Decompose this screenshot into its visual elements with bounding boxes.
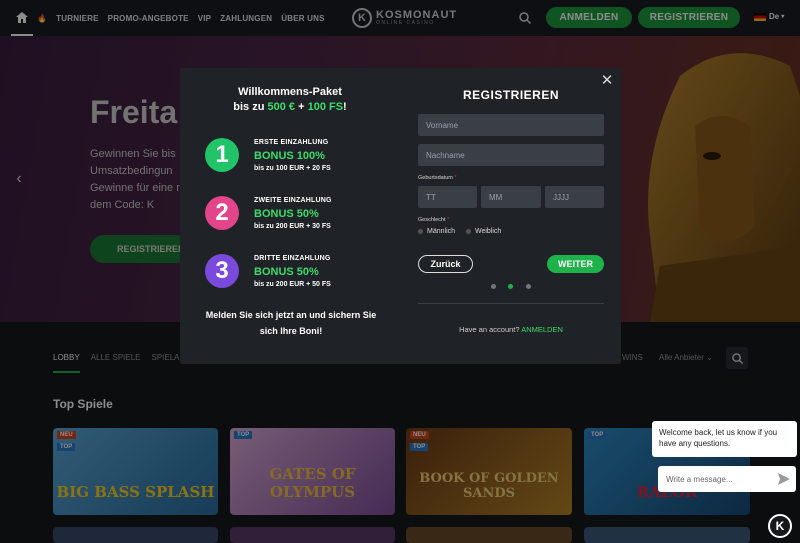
step-dot <box>526 284 531 289</box>
bonus-label: ERSTE EINZAHLUNG <box>254 139 329 146</box>
bonus-label: DRITTE EINZAHLUNG <box>254 255 331 262</box>
dob-day-field[interactable]: TT <box>418 186 477 208</box>
radio-icon <box>466 229 471 234</box>
welcome-title: Willkommens-Paket <box>238 86 342 98</box>
bonus-details: bis zu 100 EUR + 20 FS <box>254 165 331 172</box>
bonus-number-2-icon: 2 <box>205 196 239 230</box>
gender-female-radio[interactable]: Weiblich <box>466 228 501 235</box>
chat-launcher-icon[interactable]: K <box>768 514 792 538</box>
promo-footer-line2: sich Ihre Boni! <box>259 326 323 336</box>
have-account-text: Have an account? ANMELDEN <box>459 325 563 334</box>
bonus-details: bis zu 200 EUR + 50 FS <box>254 281 331 288</box>
bonus-details: bis zu 200 EUR + 30 FS <box>254 223 331 230</box>
close-icon[interactable]: ✕ <box>600 73 614 88</box>
dob-month-field[interactable]: MM <box>481 186 541 208</box>
first-name-field[interactable]: Vorname <box>418 114 604 136</box>
back-button[interactable]: Zurück <box>418 255 473 273</box>
bonus-number-3-icon: 3 <box>205 254 239 288</box>
radio-icon <box>418 229 423 234</box>
bonus-value: BONUS 50% <box>254 208 319 220</box>
chat-input-placeholder: Write a message... <box>666 474 733 484</box>
bonus-label: ZWEITE EINZAHLUNG <box>254 197 332 204</box>
last-name-field[interactable]: Nachname <box>418 144 604 166</box>
bonus-number-1-icon: 1 <box>205 138 239 172</box>
registration-title: REGISTRIEREN <box>462 88 559 102</box>
bonus-value: BONUS 50% <box>254 266 319 278</box>
gender-label: Geschlecht * <box>418 217 450 223</box>
step-dot <box>491 284 496 289</box>
welcome-amount: bis zu 500 € + 100 FS! <box>233 101 347 113</box>
dob-year-field[interactable]: JJJJ <box>545 186 604 208</box>
dob-label: Geburtsdatum * <box>418 175 457 181</box>
bonus-value: BONUS 100% <box>254 150 325 162</box>
gender-male-radio[interactable]: Männlich <box>418 228 455 235</box>
promo-footer-line1: Melden Sie sich jetzt an und sichern Sie <box>205 310 377 320</box>
divider <box>418 303 604 304</box>
chat-message: Welcome back, let us know if you have an… <box>652 421 797 457</box>
chat-input[interactable]: Write a message... <box>658 466 796 492</box>
next-button[interactable]: WEITER <box>547 255 604 273</box>
send-icon[interactable] <box>778 473 790 485</box>
login-link[interactable]: ANMELDEN <box>521 325 563 334</box>
step-dot-active <box>508 284 513 289</box>
